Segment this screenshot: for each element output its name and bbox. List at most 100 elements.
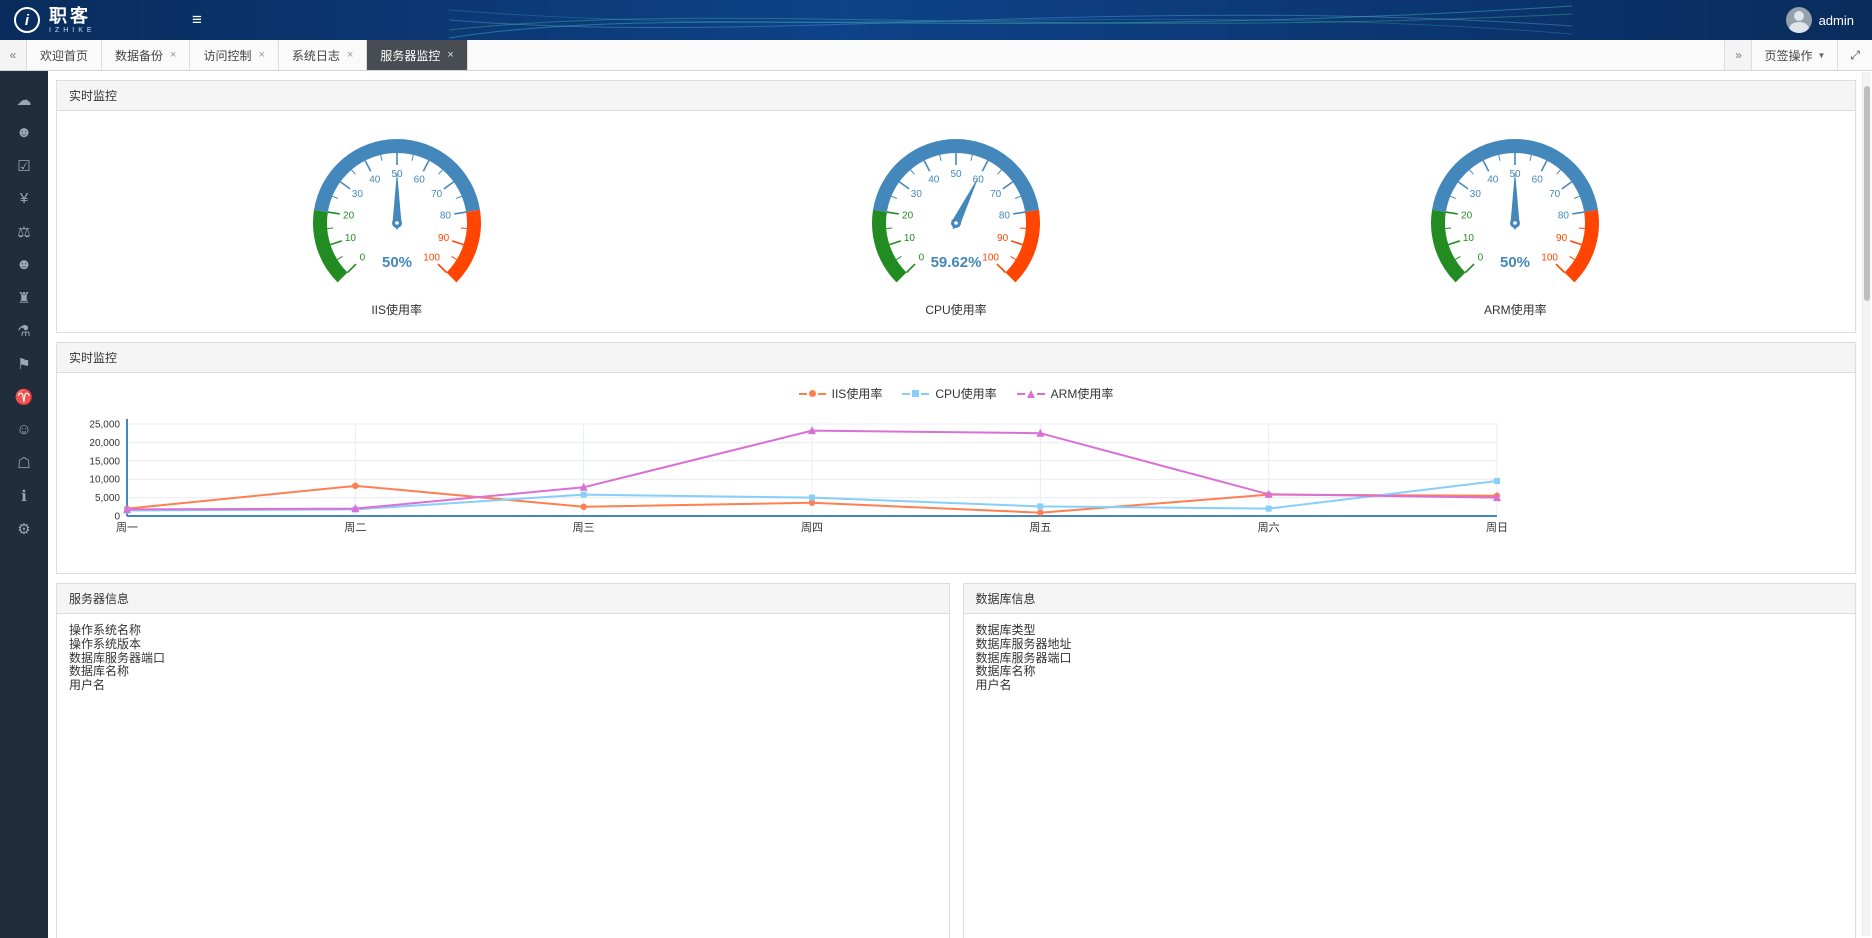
- sidebar-item-user[interactable]: ☺: [0, 413, 48, 446]
- avatar: [1786, 7, 1812, 33]
- svg-text:30: 30: [911, 189, 923, 200]
- user-group-icon: ☻: [16, 124, 32, 141]
- svg-text:周三: 周三: [573, 521, 595, 534]
- sidebar-item-education[interactable]: ⚑: [0, 347, 48, 380]
- panel-title: 实时监控: [57, 343, 1855, 373]
- svg-text:10: 10: [904, 233, 916, 244]
- legend-rect-icon: [912, 390, 919, 397]
- username-label: admin: [1819, 13, 1854, 28]
- database-info-panel: 数据库信息 数据库类型 数据库服务器地址 数据库服务器端口 数据库名称 用户名: [963, 583, 1857, 938]
- server-info-panel: 服务器信息 操作系统名称 操作系统版本 数据库服务器端口 数据库名称 用户名: [56, 583, 950, 938]
- tab-actions-label: 页签操作: [1764, 47, 1812, 64]
- svg-text:周六: 周六: [1258, 521, 1280, 534]
- legend-item-1[interactable]: IIS使用率: [799, 385, 883, 402]
- tab-2[interactable]: 数据备份 ×: [102, 40, 190, 70]
- sidebar-item-share[interactable]: ☁: [0, 83, 48, 116]
- svg-text:40: 40: [369, 174, 381, 185]
- tabs-scroll-right-button[interactable]: »: [1724, 40, 1751, 70]
- svg-text:60: 60: [413, 174, 425, 185]
- tab-actions-dropdown[interactable]: 页签操作 ▼: [1751, 40, 1837, 70]
- sidebar-item-finance[interactable]: ¥: [0, 182, 48, 215]
- team-icon: ☻: [16, 256, 32, 273]
- tab-label: 欢迎首页: [40, 47, 88, 64]
- svg-text:周日: 周日: [1486, 521, 1508, 534]
- sidebar-item-bank[interactable]: ⚖: [0, 215, 48, 248]
- svg-text:0: 0: [114, 512, 120, 523]
- legend-label: ARM使用率: [1051, 385, 1114, 402]
- cpu-gauge-chart: 010203040506070809010059.62%: [846, 123, 1066, 293]
- tab-close-icon[interactable]: ×: [347, 49, 353, 61]
- sidebar-item-lab[interactable]: ⚗: [0, 314, 48, 347]
- sidebar-toggle-button[interactable]: ≡: [182, 6, 212, 34]
- tab-label: 服务器监控: [380, 47, 440, 64]
- gauge-row: 010203040506070809010050% IIS使用率 0102030…: [57, 111, 1855, 332]
- tabs-scroll-left-button[interactable]: «: [0, 40, 27, 70]
- svg-text:50: 50: [950, 169, 962, 180]
- gauge-label: IIS使用率: [371, 301, 422, 318]
- sidebar-item-sitemap[interactable]: ♈: [0, 380, 48, 413]
- info-field: 操作系统名称: [69, 624, 937, 638]
- vertical-scrollbar[interactable]: [1862, 72, 1871, 936]
- main-area: ☁☻☑¥⚖☻♜⚗⚑♈☺☖ℹ⚙ 实时监控 01020304050607080901…: [0, 71, 1872, 938]
- gauge-iis: 010203040506070809010050% IIS使用率: [287, 123, 507, 318]
- svg-text:0: 0: [1478, 253, 1484, 264]
- svg-text:70: 70: [990, 189, 1002, 200]
- gauge-label: ARM使用率: [1484, 301, 1547, 318]
- legend-dash: [902, 393, 910, 395]
- tab-1[interactable]: 欢迎首页: [27, 40, 102, 70]
- legend-dash: [1017, 393, 1025, 395]
- svg-text:20: 20: [902, 210, 914, 221]
- legend-dash: [1037, 393, 1045, 395]
- gauge-label: CPU使用率: [925, 301, 986, 318]
- archive-icon: ♜: [17, 289, 30, 307]
- svg-text:30: 30: [1470, 189, 1482, 200]
- gauge-cpu: 010203040506070809010059.62% CPU使用率: [846, 123, 1066, 318]
- share-icon: ☁: [17, 91, 32, 109]
- legend-item-2[interactable]: CPU使用率: [902, 385, 996, 402]
- realtime-line-panel: 实时监控 IIS使用率CPU使用率ARM使用率 05,00010,00015,0…: [56, 342, 1856, 574]
- legend-item-3[interactable]: ARM使用率: [1017, 385, 1114, 402]
- line-chart-body: IIS使用率CPU使用率ARM使用率 05,00010,00015,00020,…: [57, 373, 1855, 573]
- bank-icon: ⚖: [17, 223, 30, 241]
- info-field: 数据库服务器地址: [976, 638, 1844, 652]
- sidebar-item-monitor[interactable]: ☖: [0, 446, 48, 479]
- info-field: 数据库名称: [976, 665, 1844, 679]
- svg-text:40: 40: [1488, 174, 1500, 185]
- sidebar-item-settings[interactable]: ⚙: [0, 512, 48, 545]
- sidebar-item-info[interactable]: ℹ: [0, 479, 48, 512]
- realtime-gauges-panel: 实时监控 010203040506070809010050% IIS使用率 01…: [56, 80, 1856, 333]
- fullscreen-button[interactable]: ⤢: [1837, 40, 1872, 70]
- user-icon: ☺: [16, 421, 31, 438]
- tab-close-icon[interactable]: ×: [258, 49, 264, 61]
- tab-close-icon[interactable]: ×: [447, 49, 453, 61]
- header-wave-decoration: [449, 0, 1572, 40]
- svg-text:5,000: 5,000: [95, 493, 120, 504]
- user-menu[interactable]: admin: [1786, 7, 1872, 33]
- top-navbar: i 职客 IZHIKE ≡ admin: [0, 0, 1872, 40]
- tab-close-icon[interactable]: ×: [170, 49, 176, 61]
- iis-gauge-chart: 010203040506070809010050%: [287, 123, 507, 293]
- scrollbar-thumb[interactable]: [1864, 86, 1870, 301]
- info-field: 数据库名称: [69, 665, 937, 679]
- svg-text:59.62%: 59.62%: [931, 254, 982, 271]
- legend-label: IIS使用率: [832, 385, 883, 402]
- svg-text:20,000: 20,000: [89, 438, 120, 449]
- tab-label: 访问控制: [203, 47, 251, 64]
- brand-logo[interactable]: i 职客 IZHIKE: [0, 7, 176, 34]
- tab-label: 数据备份: [115, 47, 163, 64]
- info-icon: ℹ: [21, 487, 27, 505]
- tab-spacer: [468, 40, 1725, 70]
- sidebar-item-archive[interactable]: ♜: [0, 281, 48, 314]
- tab-5[interactable]: 服务器监控 ×: [367, 40, 467, 70]
- database-info-body: 数据库类型 数据库服务器地址 数据库服务器端口 数据库名称 用户名: [964, 614, 1856, 938]
- sidebar-item-user-group[interactable]: ☻: [0, 116, 48, 149]
- tab-3[interactable]: 访问控制 ×: [190, 40, 278, 70]
- tab-4[interactable]: 系统日志×: [279, 40, 367, 70]
- fullscreen-icon: ⤢: [1850, 48, 1860, 63]
- sidebar-item-approve[interactable]: ☑: [0, 149, 48, 182]
- approve-icon: ☑: [17, 157, 30, 175]
- svg-text:90: 90: [997, 233, 1009, 244]
- sidebar-item-team[interactable]: ☻: [0, 248, 48, 281]
- svg-text:70: 70: [431, 189, 443, 200]
- svg-text:70: 70: [1549, 189, 1561, 200]
